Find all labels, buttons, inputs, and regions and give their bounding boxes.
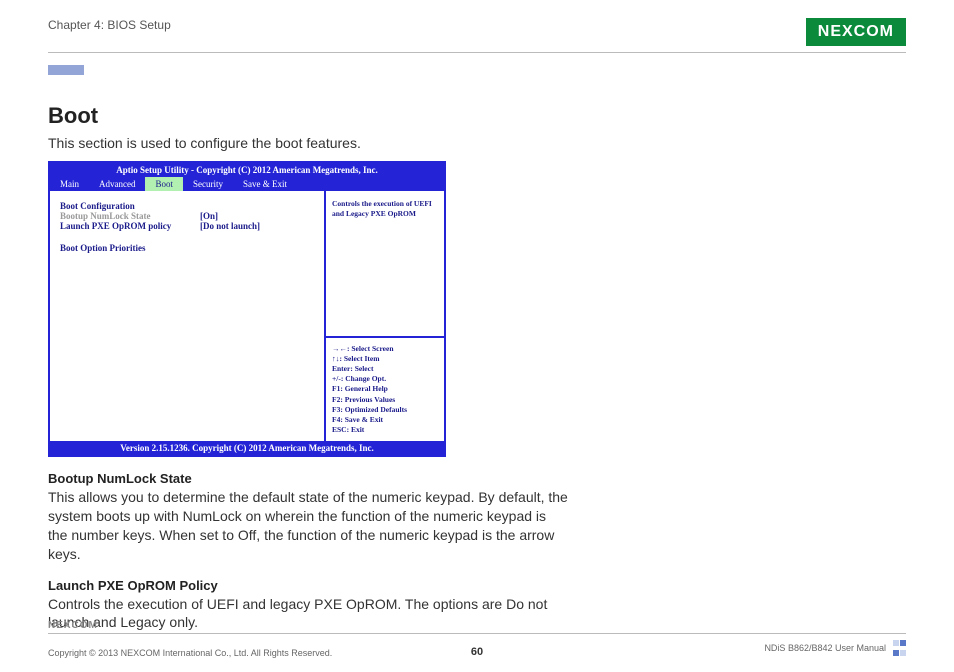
- chapter-title: Chapter 4: BIOS Setup: [48, 18, 171, 32]
- page-title: Boot: [48, 103, 906, 129]
- bios-version-footer: Version 2.15.1236. Copyright (C) 2012 Am…: [50, 441, 444, 455]
- page-footer: NEXCOM Copyright © 2013 NEXCOM Internati…: [48, 620, 906, 658]
- bios-pxe-label: Launch PXE OpROM policy: [60, 221, 200, 231]
- bios-tab-bar: Main Advanced Boot Security Save & Exit: [50, 177, 444, 191]
- bios-key: F2: Previous Values: [332, 395, 438, 405]
- bios-tab-boot: Boot: [145, 177, 183, 191]
- header-divider: [48, 52, 906, 53]
- bios-key: F1: General Help: [332, 384, 438, 394]
- bios-key: ESC: Exit: [332, 425, 438, 435]
- accent-bar: [48, 65, 84, 75]
- bios-tab-main: Main: [50, 177, 89, 191]
- bios-pxe-value: [Do not launch]: [200, 221, 260, 231]
- bios-tab-saveexit: Save & Exit: [233, 177, 297, 191]
- bios-key: ↑↓: Select Item: [332, 354, 438, 364]
- bios-utility-title: Aptio Setup Utility - Copyright (C) 2012…: [50, 163, 444, 177]
- bios-key: →←: Select Screen: [332, 344, 438, 354]
- brand-logo: NEXCOM: [806, 18, 906, 46]
- bios-key-legend: →←: Select Screen ↑↓: Select Item Enter:…: [326, 336, 444, 441]
- section-numlock-heading: Bootup NumLock State: [48, 471, 906, 486]
- intro-text: This section is used to configure the bo…: [48, 135, 906, 151]
- bios-tab-advanced: Advanced: [89, 177, 145, 191]
- footer-divider: [48, 633, 906, 634]
- footer-page-number: 60: [48, 646, 906, 658]
- section-numlock-body: This allows you to determine the default…: [48, 488, 568, 564]
- bios-key: F3: Optimized Defaults: [332, 405, 438, 415]
- bios-numlock-value: [On]: [200, 211, 218, 221]
- bios-left-panel: Boot Configuration Bootup NumLock State …: [50, 191, 326, 441]
- section-pxe-heading: Launch PXE OpROM Policy: [48, 578, 906, 593]
- bios-key: F4: Save & Exit: [332, 415, 438, 425]
- bios-boot-config: Boot Configuration: [60, 201, 314, 211]
- bios-tab-security: Security: [183, 177, 233, 191]
- footer-logo: NEXCOM: [48, 620, 906, 631]
- bios-key: Enter: Select: [332, 364, 438, 374]
- bios-key: +/-: Change Opt.: [332, 374, 438, 384]
- bios-numlock-label: Bootup NumLock State: [60, 211, 200, 221]
- bios-help-text: Controls the execution of UEFI and Legac…: [326, 191, 444, 336]
- bios-screenshot: Aptio Setup Utility - Copyright (C) 2012…: [48, 161, 446, 457]
- bios-boot-priorities: Boot Option Priorities: [60, 243, 314, 253]
